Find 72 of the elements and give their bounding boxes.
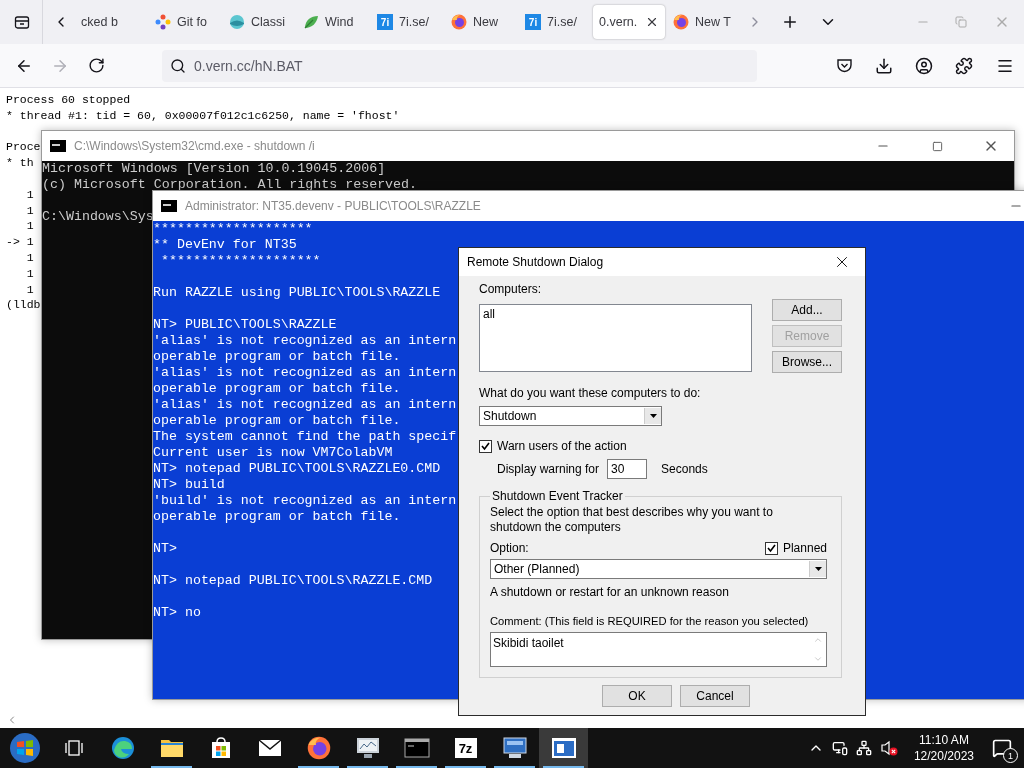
console-line: Microsoft Windows [Version 10.0.19045.2006] [42, 161, 386, 177]
output-line: 1 [25, 265, 34, 282]
console-line: ** DevEnv for NT35 [153, 237, 297, 253]
console-line: Current user is now VM7ColabVM [153, 445, 393, 461]
console-line: The system cannot find the path specif [153, 429, 457, 445]
output-line: 1 [25, 218, 34, 235]
console-line: ******************** [153, 221, 313, 237]
description-text: A shutdown or restart for an unknown reason [490, 585, 729, 599]
output-line: * thread #1: tid = 60, 0x00007f012c1c6250, name = 'fhost' [6, 107, 400, 124]
console-line: ******************** [159, 253, 321, 269]
browser-tab[interactable]: Classi [223, 5, 295, 39]
browser-tab[interactable]: New T [667, 5, 739, 39]
console-line: NT> PUBLIC\TOOLS\RAZZLE [153, 317, 337, 333]
computers-list[interactable]: all [479, 303, 752, 372]
field-label: What do you want these computers to do: [479, 386, 701, 400]
console-line: 'alias' is not recognized as an intern [153, 333, 457, 349]
console-line: 'alias' is not recognized as an intern [153, 397, 457, 413]
console-line: operable program or batch file. [153, 413, 401, 429]
field-label: Option: [490, 541, 529, 555]
window-title: C:\Windows\System32\cmd.exe - shutdown /i [74, 139, 315, 153]
console-line: NT> build [153, 477, 225, 493]
console-line: C:\Windows\Sys [42, 209, 154, 225]
console-line: operable program or batch file. [153, 349, 401, 365]
checkbox-label: Warn users of the action [497, 439, 627, 453]
dialog-button[interactable]: Add... [772, 299, 842, 321]
browser-tab[interactable]: Wind [297, 5, 369, 39]
console-line: operable program or batch file. [153, 381, 401, 397]
option-dropdown[interactable]: Other (Planned) [490, 559, 827, 579]
output-line: (lldb [6, 297, 41, 314]
field-label: Computers: [479, 282, 543, 296]
browser-tab[interactable]: cked b [75, 5, 147, 39]
console-line: Run RAZZLE using PUBLIC\TOOLS\RAZZLE [153, 285, 441, 301]
clock[interactable]: 11:10 AM 12/20/2023 [913, 732, 974, 764]
unit-label: Seconds [661, 462, 708, 476]
browser-tab[interactable]: New [445, 5, 517, 39]
action-dropdown[interactable]: Shutdown [479, 406, 662, 426]
dialog-button[interactable]: OK [602, 685, 672, 707]
console-line: operable program or batch file. [153, 509, 401, 525]
console-line: NT> [153, 541, 177, 557]
site-logo: 7i [377, 14, 393, 30]
console-line: 'build' is not recognized as an intern [153, 493, 457, 509]
field-label: Display warning for [497, 462, 600, 476]
seconds-field[interactable]: 30 [607, 459, 648, 479]
console-line: NT> notepad PUBLIC\TOOLS\RAZZLE0.CMD [153, 461, 441, 477]
console-line: NT> no [153, 605, 201, 621]
dialog-title: Remote Shutdown Dialog [467, 255, 604, 269]
browser-tab[interactable]: Git fo [149, 5, 221, 39]
address-field[interactable]: 0.vern.cc/hN.BAT [162, 49, 757, 82]
checkbox-label: Planned [782, 541, 827, 555]
output-line: 1 [25, 281, 34, 298]
output-line: Process 60 stopped [6, 92, 131, 108]
description-text: Select the option that best describes why you want to shutdown the computers [490, 505, 774, 535]
output-line: 1 [25, 202, 34, 219]
window-title: Administrator: NT35.devenv - PUBLIC\TOOLS\RAZZLE [185, 199, 481, 213]
output-line: 1 [25, 186, 34, 203]
dialog-button[interactable]: Cancel [680, 685, 750, 707]
output-line: -> 1 [6, 234, 34, 250]
output-line: * th [6, 155, 34, 171]
browser-tab[interactable]: 7i 7i.se/ [371, 5, 443, 39]
group-title: Shutdown Event Tracker [491, 489, 624, 503]
console-line: NT> notepad PUBLIC\TOOLS\RAZZLE.CMD [153, 573, 433, 589]
list-item[interactable]: all [483, 306, 748, 321]
console-line: (c) Microsoft Corporation. All rights reserved. [42, 177, 418, 193]
browser-tab[interactable]: 7i 7i.se/ [519, 5, 591, 39]
archiver-icon[interactable]: 7z [454, 738, 477, 758]
output-line: 1 [25, 249, 34, 266]
console-line: 'alias' is not recognized as an intern [153, 365, 457, 381]
output-line: Proce [6, 139, 41, 156]
site-logo: 7i [525, 14, 541, 30]
browser-tab[interactable]: 0.vern. [593, 5, 665, 39]
field-label: Comment: (This field is REQUIRED for the reason you selected) [490, 615, 809, 627]
dialog-button[interactable]: Browse... [772, 351, 842, 373]
